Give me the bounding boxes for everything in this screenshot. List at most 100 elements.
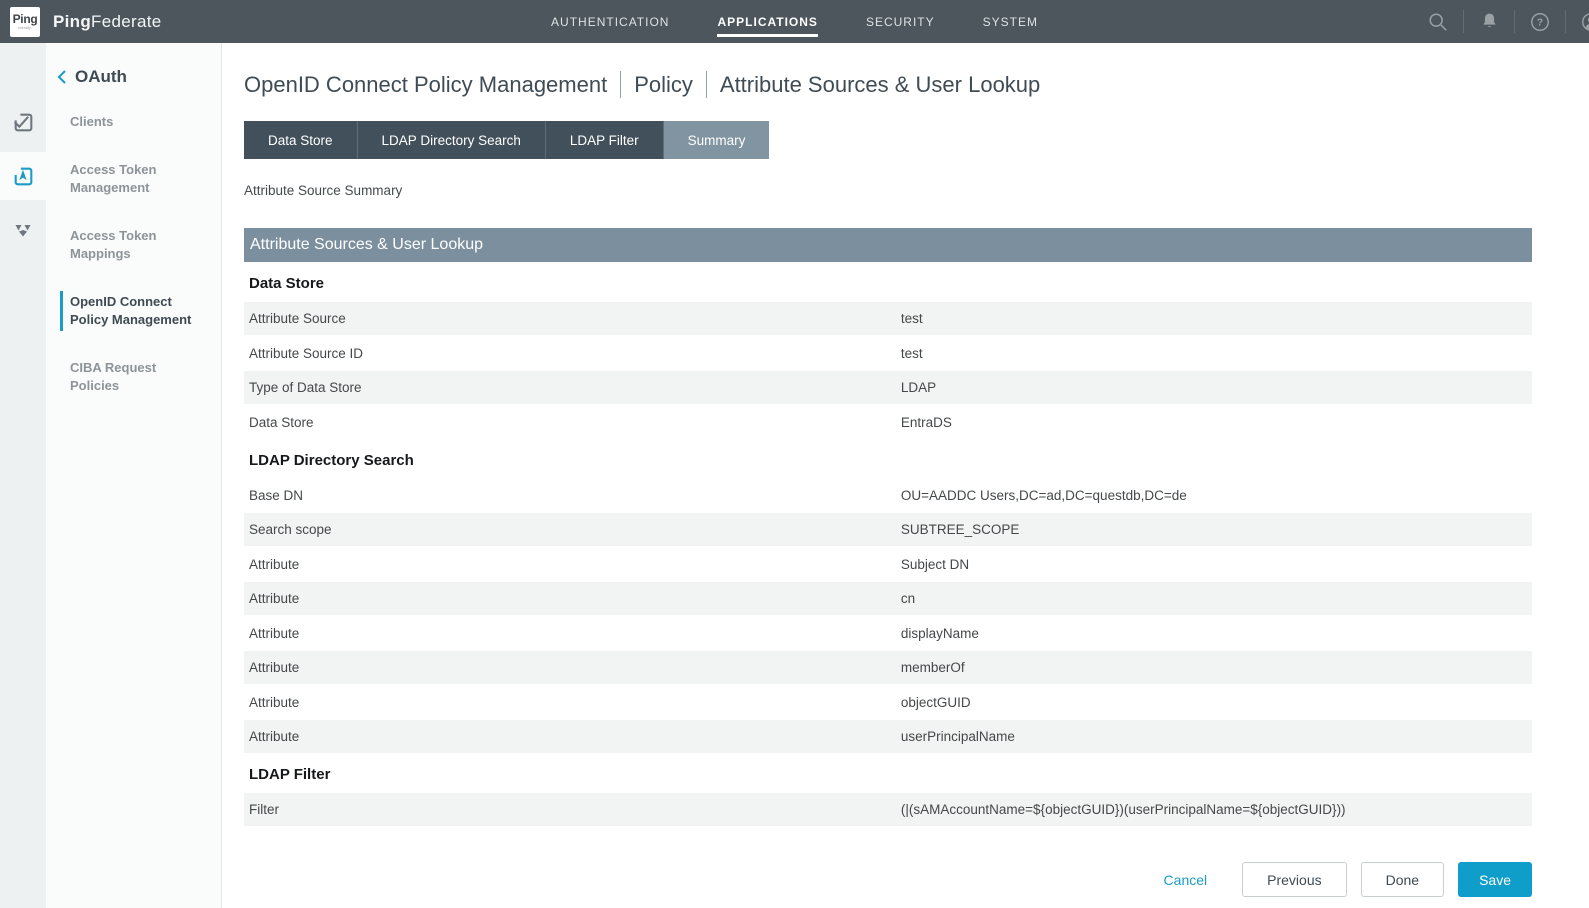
- table-header: Attribute Sources & User Lookup: [244, 228, 1532, 262]
- chevron-left-icon: [56, 69, 68, 85]
- logo-subtext: Identity.: [18, 25, 32, 30]
- row-value: (|(sAMAccountName=${objectGUID})(userPri…: [901, 802, 1532, 817]
- tab-ldap-filter[interactable]: LDAP Filter: [546, 121, 664, 159]
- summary-table: Data StoreAttribute SourcetestAttribute …: [244, 275, 1532, 826]
- sidebar-item-label: CIBA Request Policies: [70, 359, 192, 395]
- sidebar-item-label: OpenID Connect Policy Management: [70, 293, 192, 329]
- row-label: Data Store: [244, 415, 901, 430]
- sidebar-item-label: Clients: [70, 113, 192, 131]
- product-name-rest: Federate: [91, 12, 161, 31]
- sidebar: OAuth Clients Access Token Management Acce…: [46, 43, 222, 908]
- notifications-icon[interactable]: [1464, 11, 1514, 32]
- logo-text: Ping: [13, 13, 38, 25]
- token-arrow-icon[interactable]: [0, 152, 46, 200]
- nav-item-applications[interactable]: APPLICATIONS: [717, 9, 817, 35]
- nav-item-security[interactable]: SECURITY: [866, 9, 935, 35]
- row-label: Attribute Source ID: [244, 346, 901, 361]
- row-value: test: [901, 346, 1532, 361]
- row-value: userPrincipalName: [901, 729, 1532, 744]
- wizard-tabs: Data StoreLDAP Directory SearchLDAP Filt…: [244, 121, 1532, 159]
- help-icon[interactable]: ?: [1515, 11, 1565, 33]
- sidebar-item-access-token-management[interactable]: Access Token Management: [46, 161, 206, 197]
- svg-text:?: ?: [1537, 17, 1543, 28]
- icon-rail: [0, 43, 46, 908]
- cluster-icon[interactable]: [0, 206, 46, 254]
- table-row: AttributedisplayName: [244, 617, 1532, 650]
- cancel-link[interactable]: Cancel: [1164, 872, 1208, 888]
- nav-icon-group: ?: [1413, 10, 1589, 33]
- row-value: memberOf: [901, 660, 1532, 675]
- tab-summary[interactable]: Summary: [664, 121, 770, 159]
- section-title-ldap-filter: LDAP Filter: [244, 766, 1532, 783]
- sidebar-item-clients[interactable]: Clients: [46, 113, 206, 131]
- account-icon[interactable]: [1566, 11, 1589, 33]
- product-name: PingFederate: [53, 12, 161, 32]
- row-label: Search scope: [244, 522, 901, 537]
- row-label: Attribute: [244, 591, 901, 606]
- table-row: Attribute Source IDtest: [244, 337, 1532, 370]
- page-title-part: OpenID Connect Policy Management: [244, 72, 607, 98]
- row-label: Attribute: [244, 729, 901, 744]
- sidebar-back-oauth[interactable]: OAuth: [46, 67, 221, 87]
- page-body: OAuth Clients Access Token Management Acce…: [0, 43, 1589, 908]
- ping-identity-logo: Ping Identity.: [10, 7, 40, 37]
- top-nav: Ping Identity. PingFederate AUTHENTICATI…: [0, 0, 1589, 43]
- tab-data-store[interactable]: Data Store: [244, 121, 358, 159]
- brand-home-link[interactable]: Ping Identity. PingFederate: [0, 7, 161, 37]
- sidebar-item-openid-connect-policy-management[interactable]: OpenID Connect Policy Management: [46, 293, 206, 329]
- page-title-part: Policy: [634, 72, 693, 98]
- section-title-data-store: Data Store: [244, 275, 1532, 292]
- main-content: OpenID Connect Policy Management Policy At…: [222, 43, 1589, 908]
- title-separator: [620, 71, 621, 98]
- row-label: Attribute: [244, 557, 901, 572]
- row-value: SUBTREE_SCOPE: [901, 522, 1532, 537]
- row-label: Base DN: [244, 488, 901, 503]
- summary-label: Attribute Source Summary: [244, 183, 1532, 198]
- section-title-ldap-directory-search: LDAP Directory Search: [244, 452, 1532, 469]
- nav-item-system[interactable]: SYSTEM: [983, 9, 1038, 35]
- sidebar-section-title: OAuth: [75, 67, 127, 87]
- table-row: AttributeobjectGUID: [244, 686, 1532, 719]
- page-title: OpenID Connect Policy Management Policy At…: [244, 71, 1532, 98]
- primary-nav: AUTHENTICATION APPLICATIONS SECURITY SYSTEM: [0, 0, 1589, 43]
- sidebar-item-ciba-request-policies[interactable]: CIBA Request Policies: [46, 359, 206, 395]
- done-button[interactable]: Done: [1361, 862, 1444, 897]
- row-label: Filter: [244, 802, 901, 817]
- save-button[interactable]: Save: [1458, 862, 1532, 897]
- sidebar-item-label: Access Token Management: [70, 161, 192, 197]
- table-row: Base DNOU=AADDC Users,DC=ad,DC=questdb,D…: [244, 479, 1532, 512]
- title-separator: [706, 71, 707, 98]
- row-label: Attribute: [244, 626, 901, 641]
- row-value: OU=AADDC Users,DC=ad,DC=questdb,DC=de: [901, 488, 1532, 503]
- table-row: Type of Data StoreLDAP: [244, 371, 1532, 404]
- row-value: LDAP: [901, 380, 1532, 395]
- table-row: AttributeuserPrincipalName: [244, 720, 1532, 753]
- row-label: Attribute: [244, 660, 901, 675]
- row-value: Subject DN: [901, 557, 1532, 572]
- table-row: Filter(|(sAMAccountName=${objectGUID})(u…: [244, 793, 1532, 826]
- tab-ldap-directory-search[interactable]: LDAP Directory Search: [358, 121, 546, 159]
- page-title-part: Attribute Sources & User Lookup: [720, 72, 1040, 98]
- row-label: Attribute Source: [244, 311, 901, 326]
- table-row: Attributecn: [244, 582, 1532, 615]
- row-value: cn: [901, 591, 1532, 606]
- row-label: Attribute: [244, 695, 901, 710]
- row-value: EntraDS: [901, 415, 1532, 430]
- sidebar-item-label: Access Token Mappings: [70, 227, 192, 263]
- nav-item-authentication[interactable]: AUTHENTICATION: [551, 9, 669, 35]
- sidebar-item-access-token-mappings[interactable]: Access Token Mappings: [46, 227, 206, 263]
- table-row: AttributeSubject DN: [244, 548, 1532, 581]
- check-square-icon[interactable]: [0, 98, 46, 146]
- row-value: displayName: [901, 626, 1532, 641]
- table-row: Search scopeSUBTREE_SCOPE: [244, 513, 1532, 546]
- table-row: Data StoreEntraDS: [244, 406, 1532, 439]
- row-value: test: [901, 311, 1532, 326]
- sidebar-menu: Clients Access Token Management Access Tok…: [46, 113, 221, 395]
- table-row: Attribute Sourcetest: [244, 302, 1532, 335]
- product-name-bold: Ping: [53, 12, 91, 31]
- row-label: Type of Data Store: [244, 380, 901, 395]
- previous-button[interactable]: Previous: [1242, 862, 1346, 897]
- table-row: AttributememberOf: [244, 651, 1532, 684]
- search-icon[interactable]: [1413, 11, 1463, 33]
- footer-actions: Cancel Previous Done Save: [244, 862, 1532, 897]
